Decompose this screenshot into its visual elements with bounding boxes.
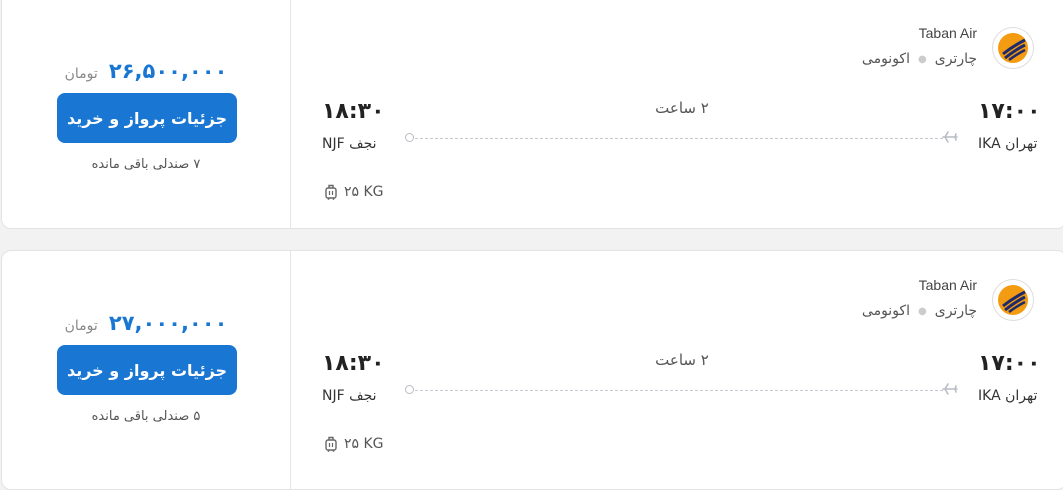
airline-name: Taban Air [918,277,977,293]
flight-type: چارتری [934,51,977,67]
airline-name: Taban Air [918,25,977,41]
departure-city: تهران IKA [978,388,1038,404]
taban-air-logo [992,279,1034,321]
cabin-class: اکونومی [861,51,910,67]
taban-air-logo [992,27,1034,69]
flight-details-buy-button[interactable]: جزئیات پرواز و خرید [57,93,237,143]
price-row: ۲۶,۵۰۰,۰۰۰ تومان [2,59,290,83]
separator-dot: ● [918,305,927,317]
flight-type: چارتری [934,303,977,319]
plane-icon [942,381,958,397]
flight-tags: چارتری ● اکونومی [862,51,977,67]
flight-duration: ۲ ساعت [655,99,709,117]
baggage-weight: ۲۵ KG [344,184,384,200]
separator-dot: ● [918,53,927,65]
arrival-time: ۱۸:۳۰ [322,99,385,124]
route-line [415,390,943,391]
baggage-allowance: ۲۵ KG [324,184,384,200]
departure-time: ۱۷:۰۰ [978,351,1041,376]
card-divider [290,251,291,489]
seats-remaining: ۷ صندلی باقی مانده [91,157,201,172]
price: ۲۷,۰۰۰,۰۰۰ [108,311,228,335]
flight-details-buy-button[interactable]: جزئیات پرواز و خرید [57,345,237,395]
route-line [415,138,943,139]
flight-duration: ۲ ساعت [655,351,709,369]
baggage-allowance: ۲۵ KG [324,436,384,452]
flight-card: ۲۶,۵۰۰,۰۰۰ تومان جزئیات پرواز و خرید ۷ ص… [1,0,1063,229]
luggage-icon [325,436,337,452]
departure-city: تهران IKA [978,136,1038,152]
route-end-dot [405,133,414,142]
arrival-city: نجف NJF [322,136,377,152]
seats-remaining: ۵ صندلی باقی مانده [91,409,201,424]
flight-tags: چارتری ● اکونومی [862,303,977,319]
flight-card: ۲۷,۰۰۰,۰۰۰ تومان جزئیات پرواز و خرید ۵ ص… [1,250,1063,490]
plane-icon [942,129,958,145]
luggage-icon [325,184,337,200]
route-end-dot [405,385,414,394]
currency-label: تومان [64,318,98,334]
cabin-class: اکونومی [861,303,910,319]
baggage-weight: ۲۵ KG [344,436,384,452]
currency-label: تومان [64,66,98,82]
card-divider [290,0,291,228]
price-row: ۲۷,۰۰۰,۰۰۰ تومان [2,311,290,335]
arrival-city: نجف NJF [322,388,377,404]
price: ۲۶,۵۰۰,۰۰۰ [108,59,228,83]
departure-time: ۱۷:۰۰ [978,99,1041,124]
arrival-time: ۱۸:۳۰ [322,351,385,376]
